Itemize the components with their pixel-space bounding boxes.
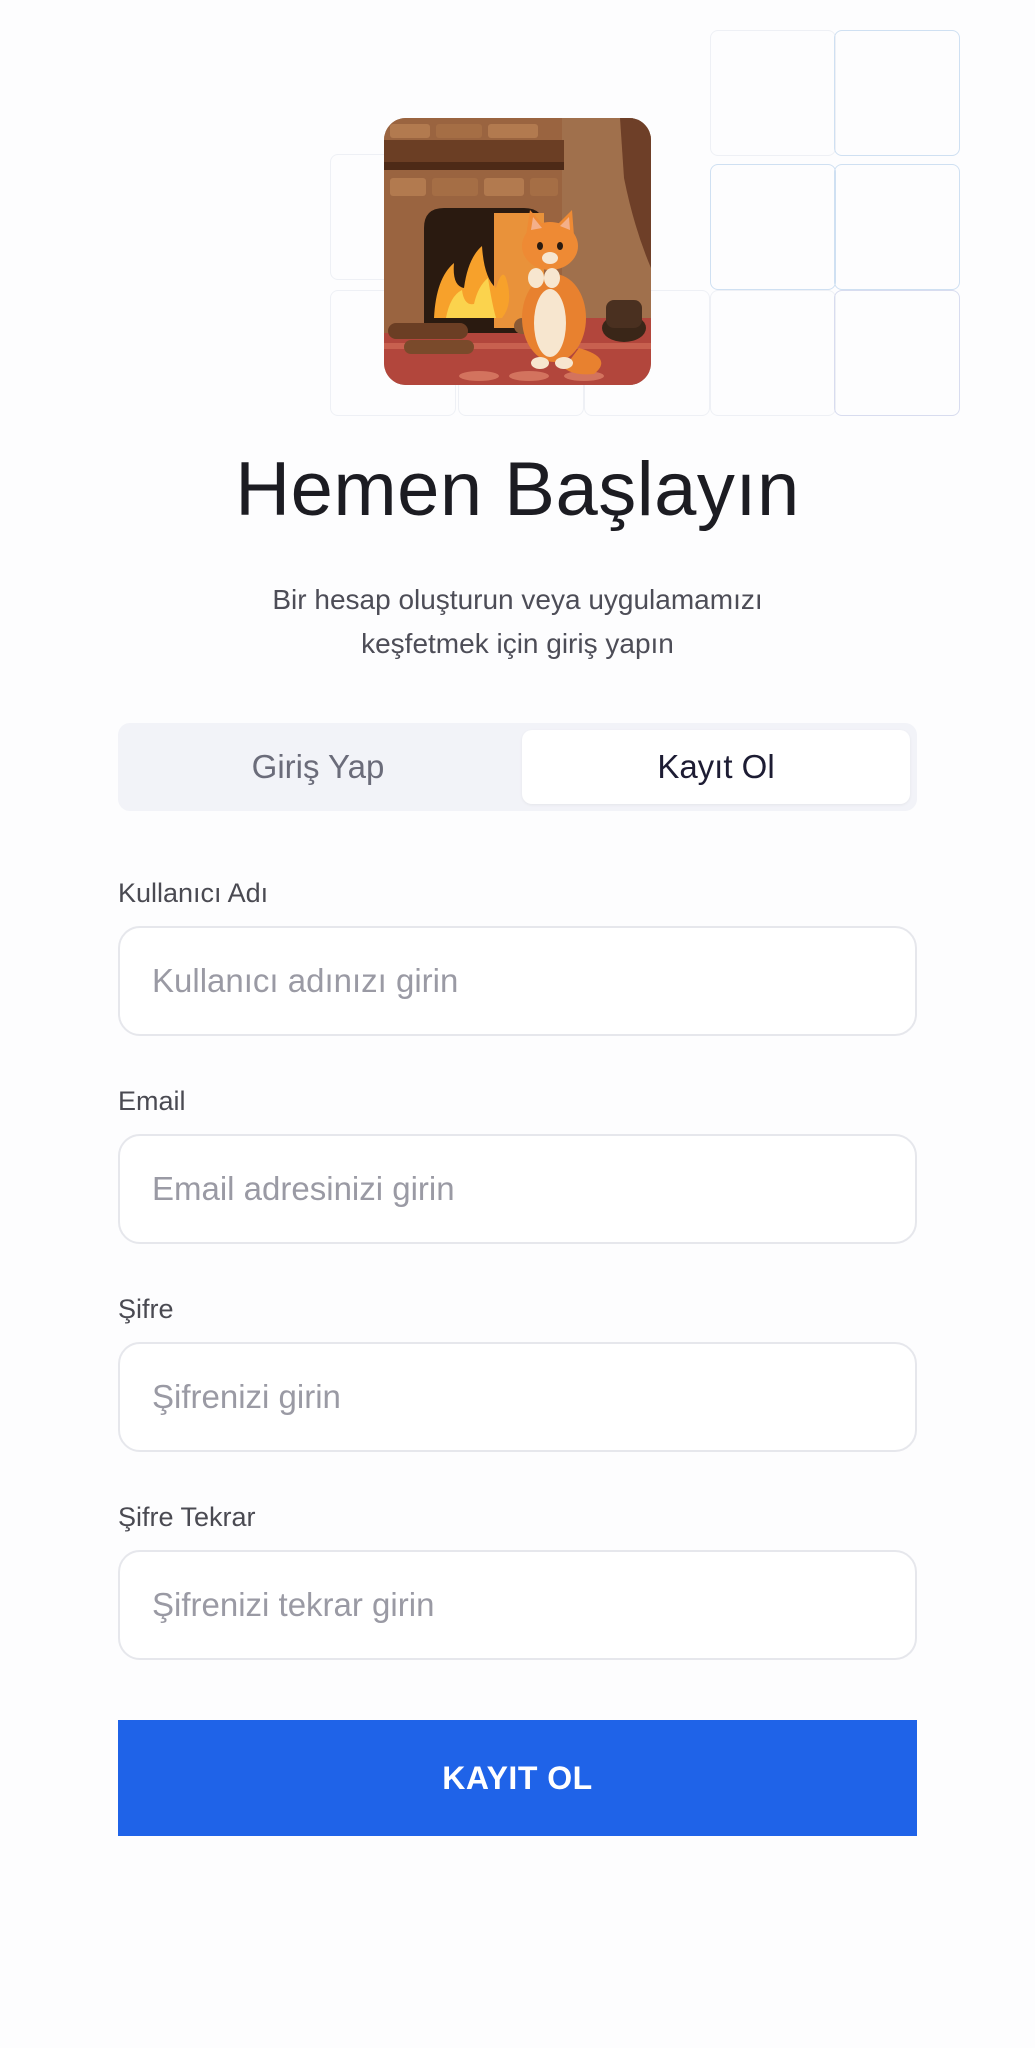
grid-cell	[834, 164, 960, 290]
grid-cell	[710, 30, 836, 156]
tab-register[interactable]: Kayıt Ol	[522, 730, 910, 804]
subtitle-line: Bir hesap oluşturun veya uygulamamızı	[272, 584, 763, 615]
cat-fireplace-illustration	[384, 118, 651, 385]
email-input[interactable]	[118, 1134, 917, 1244]
page-subtitle: Bir hesap oluşturun veya uygulamamızı ke…	[0, 578, 1035, 666]
username-input[interactable]	[118, 926, 917, 1036]
password-repeat-input[interactable]	[118, 1550, 917, 1660]
username-label: Kullanıcı Adı	[118, 878, 269, 908]
page-title: Hemen Başlayın	[235, 447, 800, 532]
grid-cell	[710, 290, 836, 416]
grid-cell	[710, 164, 836, 290]
password-input[interactable]	[118, 1342, 917, 1452]
password-label: Şifre	[118, 1294, 174, 1324]
email-label: Email	[118, 1086, 186, 1116]
tab-login[interactable]: Giriş Yap	[124, 730, 512, 804]
cat-fireplace-icon	[384, 118, 651, 385]
register-submit-button[interactable]: KAYIT OL	[118, 1720, 917, 1836]
password-repeat-label: Şifre Tekrar	[118, 1502, 256, 1532]
subtitle-line: keşfetmek için giriş yapın	[361, 628, 674, 659]
grid-cell	[834, 290, 960, 416]
grid-cell	[834, 30, 960, 156]
auth-tab-switcher: Giriş Yap Kayıt Ol	[118, 723, 917, 811]
